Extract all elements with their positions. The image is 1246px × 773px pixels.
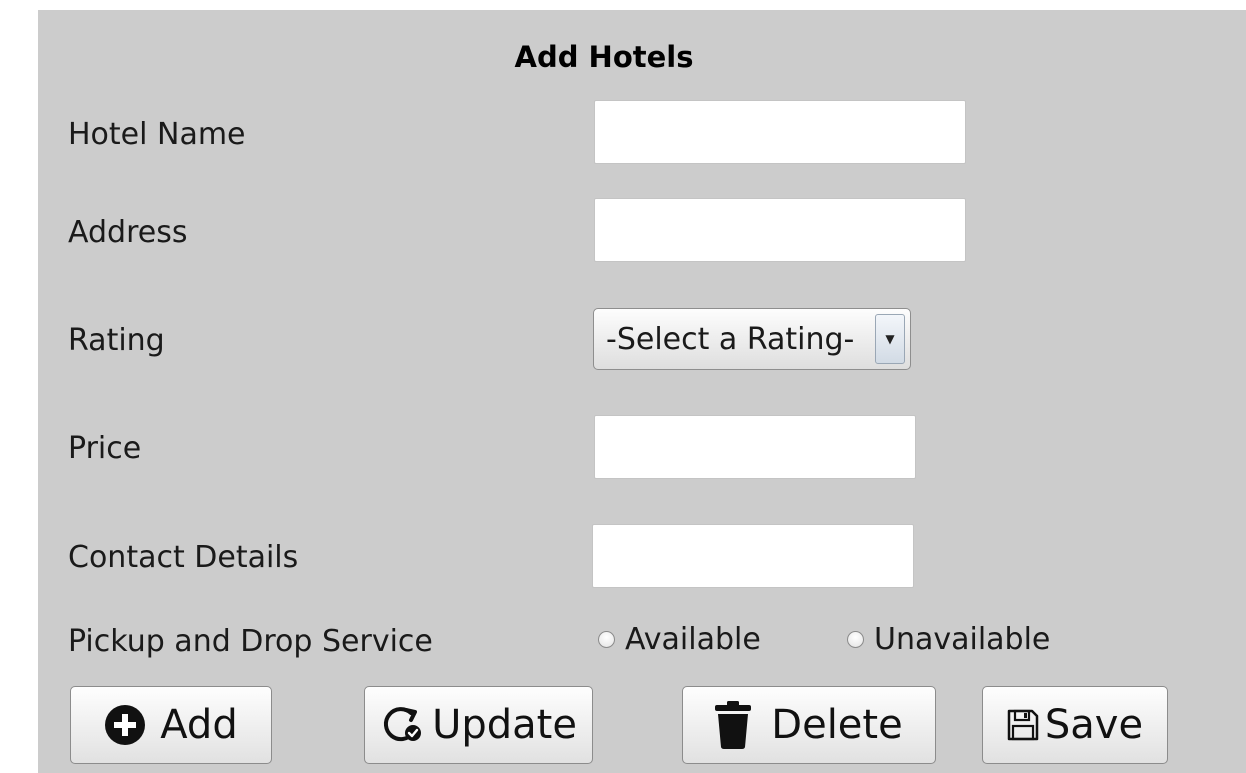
address-label: Address [68,215,188,250]
floppy-disk-icon [1007,709,1039,741]
radio-unavailable[interactable]: Unavailable [847,622,1050,657]
contact-details-label: Contact Details [68,540,299,575]
pickup-service-label: Pickup and Drop Service [68,624,433,659]
save-button[interactable]: Save [982,686,1168,764]
form-title: Add Hotels [514,40,694,74]
price-label: Price [68,431,142,466]
delete-button[interactable]: Delete [682,686,936,764]
contact-details-input[interactable] [592,524,914,588]
chevron-down-icon[interactable]: ▼ [875,314,905,364]
update-button-label: Update [432,702,577,748]
add-button[interactable]: Add [70,686,272,764]
radio-circle-icon[interactable] [847,631,864,648]
radio-available[interactable]: Available [598,622,761,657]
plus-circle-icon [104,704,146,746]
refresh-check-icon [380,702,426,748]
radio-unavailable-label: Unavailable [874,622,1051,657]
address-input[interactable] [594,198,966,262]
update-button[interactable]: Update [364,686,593,764]
trash-icon [715,701,752,749]
rating-label: Rating [68,323,165,358]
rating-select[interactable]: -Select a Rating- ▼ [593,308,911,370]
rating-select-value: -Select a Rating- [606,321,855,357]
hotel-name-label: Hotel Name [68,117,246,152]
radio-circle-icon[interactable] [598,631,615,648]
hotel-name-input[interactable] [594,100,966,164]
add-button-label: Add [160,702,238,748]
price-input[interactable] [594,415,916,479]
radio-available-label: Available [625,622,761,657]
save-button-label: Save [1044,702,1144,748]
delete-button-label: Delete [771,702,903,748]
